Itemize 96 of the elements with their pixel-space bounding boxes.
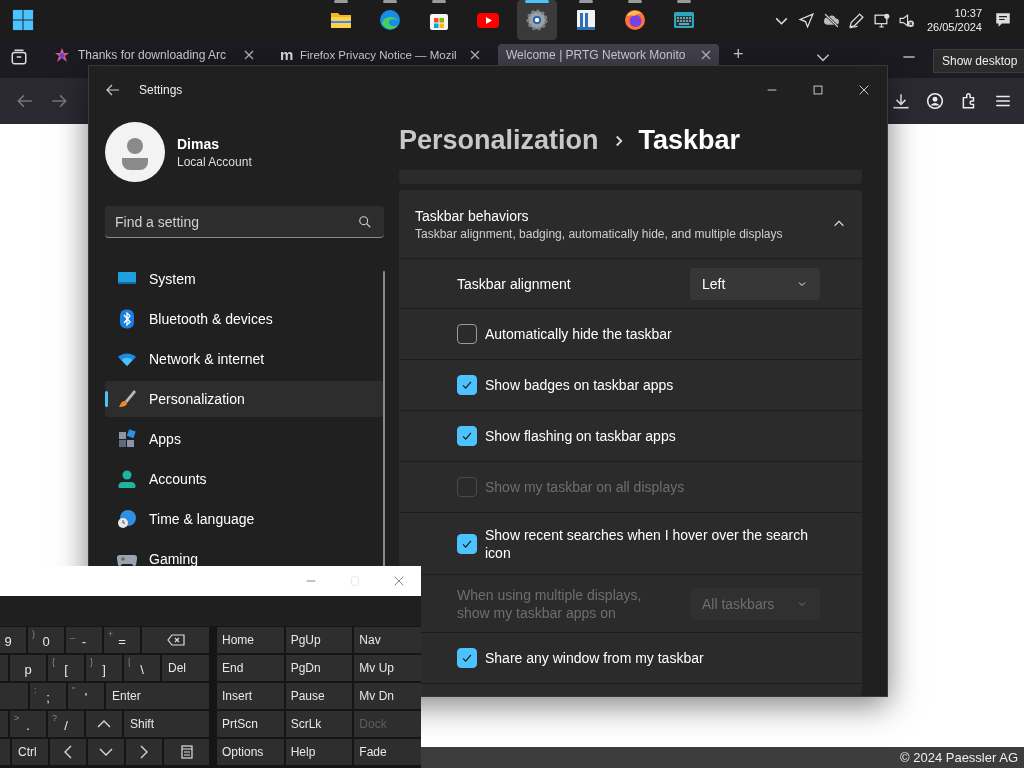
close-icon[interactable]: [857, 83, 871, 97]
nav-item[interactable]: Accounts: [105, 461, 384, 497]
keyboard-key[interactable]: PgDn: [285, 655, 353, 681]
accounts-icon: [117, 469, 137, 489]
keyboard-key[interactable]: Home: [217, 627, 284, 653]
copyright-text: © 2024 Paessler AG: [900, 750, 1018, 765]
nav-item[interactable]: System: [105, 261, 384, 297]
user-name: Dimas: [177, 135, 221, 152]
account-icon[interactable]: [926, 92, 944, 110]
breadcrumb-link[interactable]: Personalization: [399, 125, 599, 156]
account-type: Local Account: [177, 154, 252, 169]
keyboard-key[interactable]: End: [217, 655, 284, 681]
keyboard-key[interactable]: Pause: [285, 683, 353, 709]
keyboard-key[interactable]: 9: [0, 627, 26, 653]
location-arrow-icon[interactable]: [797, 11, 815, 29]
personalization-icon: [117, 389, 137, 409]
keyboard-key[interactable]: Nav: [354, 627, 421, 653]
nav-item[interactable]: Personalization: [105, 381, 384, 417]
clock[interactable]: 10:37 26/05/2024: [926, 6, 982, 34]
keyboard-key[interactable]: " ': [68, 683, 104, 709]
tooltip: Show desktop: [933, 49, 1024, 73]
forward-icon[interactable]: [50, 92, 68, 110]
nav-item[interactable]: Apps: [105, 421, 384, 457]
nav-item[interactable]: Bluetooth & devices: [105, 301, 384, 337]
monitor-icon[interactable]: [872, 11, 890, 29]
checkbox[interactable]: [457, 533, 477, 554]
checkbox[interactable]: [457, 426, 477, 446]
keyboard-key[interactable]: PgUp: [285, 627, 353, 653]
checkbox[interactable]: [457, 375, 477, 395]
avatar-icon: [105, 122, 165, 182]
browser-tab[interactable]: Welcome | PRTG Network Monito: [498, 44, 719, 65]
cloud-off-icon[interactable]: [822, 11, 840, 29]
search-field[interactable]: Find a setting: [105, 206, 384, 238]
settings-icon[interactable]: [524, 8, 549, 32]
checkbox-label: Show recent searches when I hover over the search icon: [485, 525, 809, 562]
keyboard-key[interactable]: Mv Up: [354, 655, 421, 681]
bluetooth-icon: [117, 309, 137, 329]
speaker-muted-icon[interactable]: [897, 11, 915, 29]
pen-icon[interactable]: [847, 11, 865, 29]
dropdown[interactable]: Left: [690, 267, 820, 300]
checkbox-label: Automatically hide the taskbar: [485, 325, 672, 343]
window-title: Settings: [139, 83, 183, 97]
notification-icon[interactable]: [994, 11, 1012, 29]
keyboard-key[interactable]: } ]: [86, 655, 122, 681]
expander-header[interactable]: Taskbar behaviors Taskbar alignment, badging, automatically hide, and multiple displays: [399, 190, 862, 258]
checkbox[interactable]: [457, 648, 477, 668]
setting-label: When using multiple displays, show my taskbar apps on: [457, 585, 643, 622]
back-icon[interactable]: [105, 82, 121, 98]
keyboard-key[interactable]: : ;: [30, 683, 66, 709]
keyboard-key[interactable]: PrtScn: [217, 711, 284, 737]
close-icon[interactable]: [470, 49, 480, 60]
keyboard-key[interactable]: { [: [48, 655, 84, 681]
browser-icon[interactable]: [622, 8, 647, 32]
keyboard-key[interactable]: Enter: [106, 683, 209, 709]
keyboard-key[interactable]: Fade: [354, 739, 421, 765]
star-icon: [54, 46, 70, 63]
browser-tab[interactable]: Thanks for downloading Arc: [46, 44, 262, 65]
keyboard-key[interactable]: Del: [162, 655, 209, 681]
keyboard-key[interactable]: Help: [285, 739, 353, 765]
keyboard-key[interactable]: | \: [124, 655, 160, 681]
maximize-icon[interactable]: [811, 83, 825, 97]
keyboard-key[interactable]: Insert: [217, 683, 284, 709]
keyboard-key[interactable]: Shift: [124, 711, 209, 737]
tab-list-icon[interactable]: [10, 48, 28, 66]
time-icon: [117, 509, 137, 529]
nav-item[interactable]: Time & language: [105, 501, 384, 537]
keyboard-key[interactable]: ? /: [48, 711, 84, 737]
checkbox[interactable]: [457, 324, 477, 344]
download-icon[interactable]: [892, 92, 910, 110]
new-tab-button[interactable]: +: [729, 44, 748, 64]
dropdown: All taskbars: [690, 587, 820, 620]
nav-item[interactable]: Network & internet: [105, 341, 384, 377]
start-icon[interactable]: [12, 9, 34, 31]
keyboard-key[interactable]: _ -: [66, 627, 102, 653]
close-icon[interactable]: [244, 49, 254, 60]
keyboard-key[interactable]: Ctrl: [12, 739, 48, 765]
checkbox-label: Show my taskbar on all displays: [485, 478, 685, 496]
page-title: Taskbar: [638, 125, 741, 156]
keyboard-key[interactable]: p: [10, 655, 46, 681]
browser-icon[interactable]: [377, 8, 402, 32]
keyboard-key[interactable]: + =: [104, 627, 140, 653]
checkbox-label: Show badges on taskbar apps: [485, 376, 674, 394]
browser-tab[interactable]: m Firefox Privacy Notice — Mozil: [272, 44, 488, 65]
keyboard-key[interactable]: Mv Dn: [354, 683, 421, 709]
apps-icon: [117, 429, 137, 449]
backspace-icon[interactable]: [165, 632, 186, 648]
keyboard-key[interactable]: > .: [10, 711, 46, 737]
taskbar-app-button[interactable]: [516, 0, 557, 40]
keyboard-key[interactable]: ) 0: [28, 627, 64, 653]
keyboard-key[interactable]: ScrLk: [285, 711, 353, 737]
close-icon[interactable]: [701, 49, 711, 60]
search-icon[interactable]: [358, 215, 372, 229]
checkbox-label: Show flashing on taskbar apps: [485, 427, 676, 445]
setting-label: Taskbar alignment: [457, 274, 571, 293]
keyboard-key[interactable]: Options: [217, 739, 284, 765]
checkbox-label: Share any window from my taskbar: [485, 649, 704, 667]
